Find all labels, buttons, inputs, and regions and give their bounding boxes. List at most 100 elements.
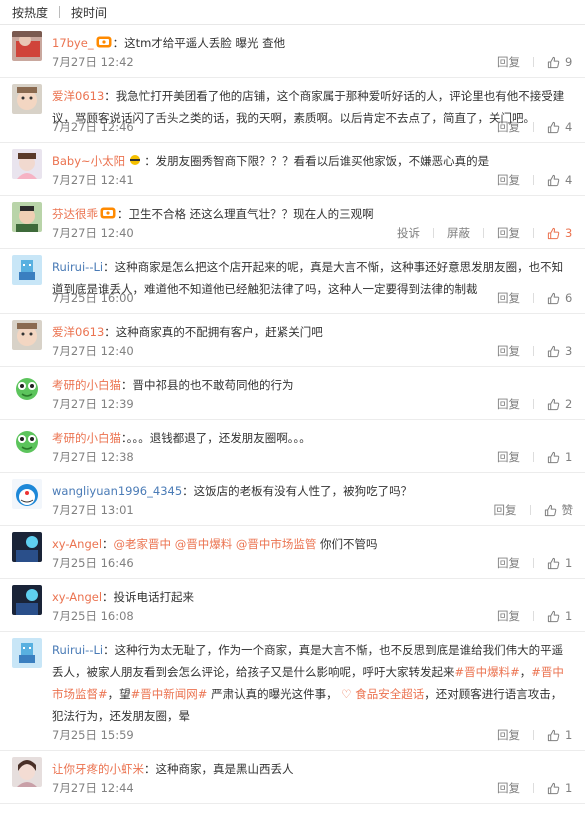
avatar[interactable] [12,373,42,403]
reply-button[interactable]: 回复 [497,607,520,625]
comment-meta: 7月27日 13:01 回复 赞 [52,501,573,519]
like-button[interactable]: 1 [547,781,573,795]
username-link[interactable]: Ruirui--Li [52,643,103,657]
comment-timestamp: 7月27日 12:46 [52,120,134,134]
mention-link[interactable]: #晋中爆料# [455,665,520,679]
mention-link[interactable]: @老家晋中 [114,537,172,551]
report-button[interactable]: 投诉 [397,224,420,242]
comment-item: 让你牙疼的小虾米：这种商家，真是黑山西丢人 7月27日 12:44 回复 1 [0,751,585,804]
like-button[interactable]: 1 [547,556,573,570]
reply-button[interactable]: 回复 [497,171,520,189]
avatar[interactable] [12,585,42,615]
comment-body: 考研的小白猫：。。。退钱都退了，还发朋友圈啊。。。 [52,427,573,449]
like-button[interactable]: 2 [547,397,573,411]
comment-item: wangliyuan1996_4345：这饭店的老板有没有人性了，被狗吃了吗？ 7… [0,473,585,526]
like-button[interactable]: 赞 [544,502,573,518]
action-divider [533,730,534,740]
tab-by-time[interactable]: 按时间 [71,4,107,21]
comment-text: ：卫生不合格 还这么理直气壮？？现在人的三观啊 [117,207,374,221]
reply-button[interactable]: 回复 [497,53,520,71]
reply-button[interactable]: 回复 [497,726,520,744]
comment-actions: 回复 1 [497,607,573,625]
comment-actions: 回复 1 [497,779,573,797]
reply-button[interactable]: 回复 [497,118,520,136]
like-count: 3 [565,344,573,358]
like-button[interactable]: 9 [547,55,573,69]
vip-badge-icon [96,36,112,48]
username-link[interactable]: xy-Angel [52,537,102,551]
avatar[interactable] [12,31,42,61]
like-button[interactable]: 1 [547,728,573,742]
username-link[interactable]: xy-Angel [52,590,102,604]
reply-button[interactable]: 回复 [497,779,520,797]
block-button[interactable]: 屏蔽 [447,224,470,242]
avatar[interactable] [12,479,42,509]
like-count: 3 [565,226,573,240]
comment-text: ：这tm才给平遥人丢脸 曝光 查他 [112,36,286,50]
reply-button[interactable]: 回复 [497,342,520,360]
username-link[interactable]: Ruirui--Li [52,260,103,274]
action-divider [533,57,534,67]
thumbs-up-icon [547,782,560,795]
mention-link[interactable]: #晋中新闻网# [131,687,208,701]
username-link[interactable]: Baby~小太阳 [52,154,125,168]
reply-button[interactable]: 回复 [497,448,520,466]
username-link[interactable]: 考研的小白猫 [52,378,121,392]
username-link[interactable]: wangliyuan1996_4345 [52,484,182,498]
comment-meta: 7月27日 12:39 回复 2 [52,395,573,413]
comment-body: 爱洋0613：这种商家真的不配拥有客户，赶紧关门吧 [52,321,573,343]
avatar[interactable] [12,84,42,114]
avatar[interactable] [12,202,42,232]
mention-link[interactable]: @晋中爆料 [175,537,233,551]
comment-body: Ruirui--Li：这种行为太无耻了，作为一个商家，真是大言不惭，也不反思到底… [52,639,573,727]
username-link[interactable]: 爱洋0613 [52,325,104,339]
comment-timestamp: 7月27日 12:44 [52,781,134,795]
mention-link[interactable]: @晋中市场监管 [236,537,317,551]
avatar[interactable] [12,426,42,456]
comment-timestamp: 7月25日 16:46 [52,556,134,570]
reply-button[interactable]: 回复 [497,395,520,413]
comment-text: ：。。。退钱都退了，还发朋友圈啊。。。 [121,431,311,445]
thumbs-up-icon [547,56,560,69]
comment-item: xy-Angel：@老家晋中 @晋中爆料 @晋中市场监管 你们不管吗 7月25日 … [0,526,585,579]
like-button[interactable]: 3 [547,344,573,358]
reply-button[interactable]: 回复 [497,554,520,572]
comment-body: 让你牙疼的小虾米：这种商家，真是黑山西丢人 [52,758,573,780]
comment-item: Baby~小太阳 ：发朋友圈秀智商下限？？？看看以后谁买他家饭，不嫌恶心真的是 7月… [0,143,585,196]
avatar[interactable] [12,757,42,787]
avatar[interactable] [12,149,42,179]
reply-button[interactable]: 回复 [497,224,520,242]
avatar[interactable] [12,638,42,668]
avatar[interactable] [12,320,42,350]
tab-by-hot[interactable]: 按热度 [12,4,48,21]
comment-text: ：投诉电话打起来 [102,590,195,604]
comment-body: 考研的小白猫：晋中祁县的也不敢苟同他的行为 [52,374,573,396]
avatar[interactable] [12,532,42,562]
comment-meta: 7月27日 12:40 投诉 屏蔽 回复 3 [52,224,573,242]
comment-actions: 回复 2 [497,395,573,413]
username-link[interactable]: 考研的小白猫 [52,431,121,445]
like-button[interactable]: 4 [547,173,573,187]
reply-button[interactable]: 回复 [494,501,517,519]
action-divider [433,228,434,238]
username-link[interactable]: 让你牙疼的小虾米 [52,762,144,776]
comment-timestamp: 7月25日 16:08 [52,609,134,623]
comment-body: 芬达很乖 ：卫生不合格 还这么理直气壮？？现在人的三观啊 [52,203,573,225]
username-link[interactable]: 17bye_ [52,36,94,50]
like-button[interactable]: 3 [547,226,573,240]
avatar[interactable] [12,255,42,285]
like-count: 9 [565,55,573,69]
thumbs-up-icon [547,729,560,742]
like-button[interactable]: 1 [547,450,573,464]
comment-actions: 回复 9 [497,53,573,71]
action-divider [533,175,534,185]
comment-body: xy-Angel：@老家晋中 @晋中爆料 @晋中市场监管 你们不管吗 [52,533,573,555]
like-button[interactable]: 4 [547,120,573,134]
mention-link[interactable]: ♡ 食品安全超话 [338,687,424,701]
username-link[interactable]: 芬达很乖 [52,207,98,221]
username-link[interactable]: 爱洋0613 [52,89,104,103]
comment-meta: 7月25日 16:08 回复 1 [52,607,573,625]
like-button[interactable]: 1 [547,609,573,623]
like-button[interactable]: 6 [547,291,573,305]
reply-button[interactable]: 回复 [497,289,520,307]
